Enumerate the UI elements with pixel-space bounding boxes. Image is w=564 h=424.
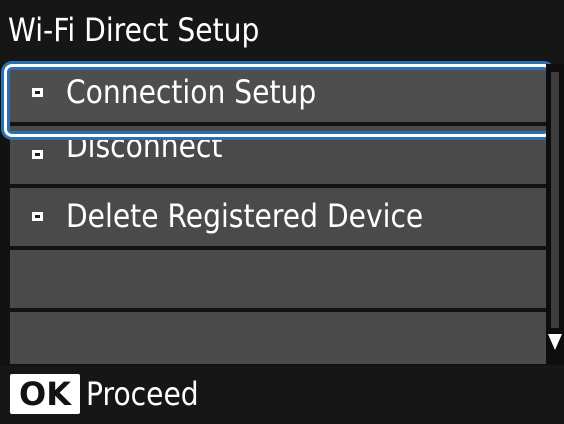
proceed-label: Proceed	[86, 375, 199, 413]
menu-item-delete-registered-device[interactable]: Delete Registered Device	[10, 188, 546, 246]
page-title: Wi-Fi Direct Setup	[8, 11, 260, 49]
menu-item-empty	[10, 250, 546, 308]
footer-bar: OK Proceed	[0, 366, 564, 424]
ok-key-badge: OK	[10, 374, 80, 414]
bullet-icon	[32, 150, 43, 159]
menu-item-label: Delete Registered Device	[66, 197, 424, 235]
scrollbar[interactable]	[546, 64, 564, 364]
bullet-icon	[32, 212, 43, 221]
scrollbar-thumb[interactable]	[551, 72, 559, 328]
selection-highlight	[4, 64, 552, 137]
triangle-down-icon	[548, 334, 562, 350]
menu-item-empty	[10, 312, 546, 364]
title-bar: Wi-Fi Direct Setup	[0, 0, 564, 64]
printer-lcd-screen: Wi-Fi Direct Setup Connection Setup Disc…	[0, 0, 564, 424]
